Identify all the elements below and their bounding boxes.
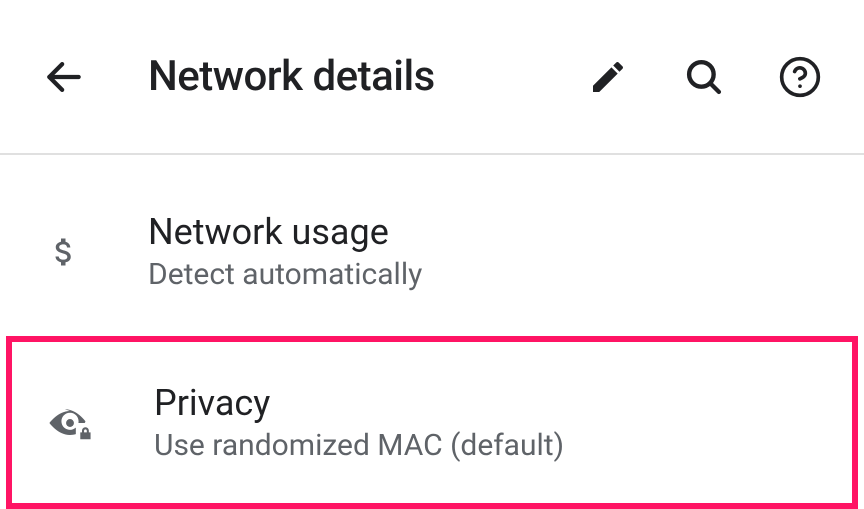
back-button[interactable] bbox=[40, 53, 88, 101]
highlight-box: Privacy Use randomized MAC (default) bbox=[6, 336, 858, 509]
header: Network details bbox=[0, 0, 864, 155]
arrow-left-icon bbox=[42, 55, 86, 99]
setting-text: Privacy Use randomized MAC (default) bbox=[154, 382, 564, 463]
dollar-icon bbox=[40, 234, 88, 270]
help-icon bbox=[778, 55, 822, 99]
setting-title: Privacy bbox=[154, 382, 564, 424]
search-button[interactable] bbox=[680, 53, 728, 101]
setting-subtitle: Detect automatically bbox=[148, 257, 422, 292]
setting-subtitle: Use randomized MAC (default) bbox=[154, 428, 564, 463]
page-title: Network details bbox=[148, 52, 584, 101]
action-buttons bbox=[584, 53, 824, 101]
pencil-icon bbox=[588, 57, 628, 97]
search-icon bbox=[683, 56, 725, 98]
setting-title: Network usage bbox=[148, 211, 422, 253]
setting-item-privacy[interactable]: Privacy Use randomized MAC (default) bbox=[12, 342, 852, 503]
help-button[interactable] bbox=[776, 53, 824, 101]
setting-text: Network usage Detect automatically bbox=[148, 211, 422, 292]
edit-button[interactable] bbox=[584, 53, 632, 101]
eye-lock-icon bbox=[46, 401, 94, 445]
setting-item-network-usage[interactable]: Network usage Detect automatically bbox=[0, 179, 864, 324]
settings-list: Network usage Detect automatically Priva… bbox=[0, 155, 864, 509]
